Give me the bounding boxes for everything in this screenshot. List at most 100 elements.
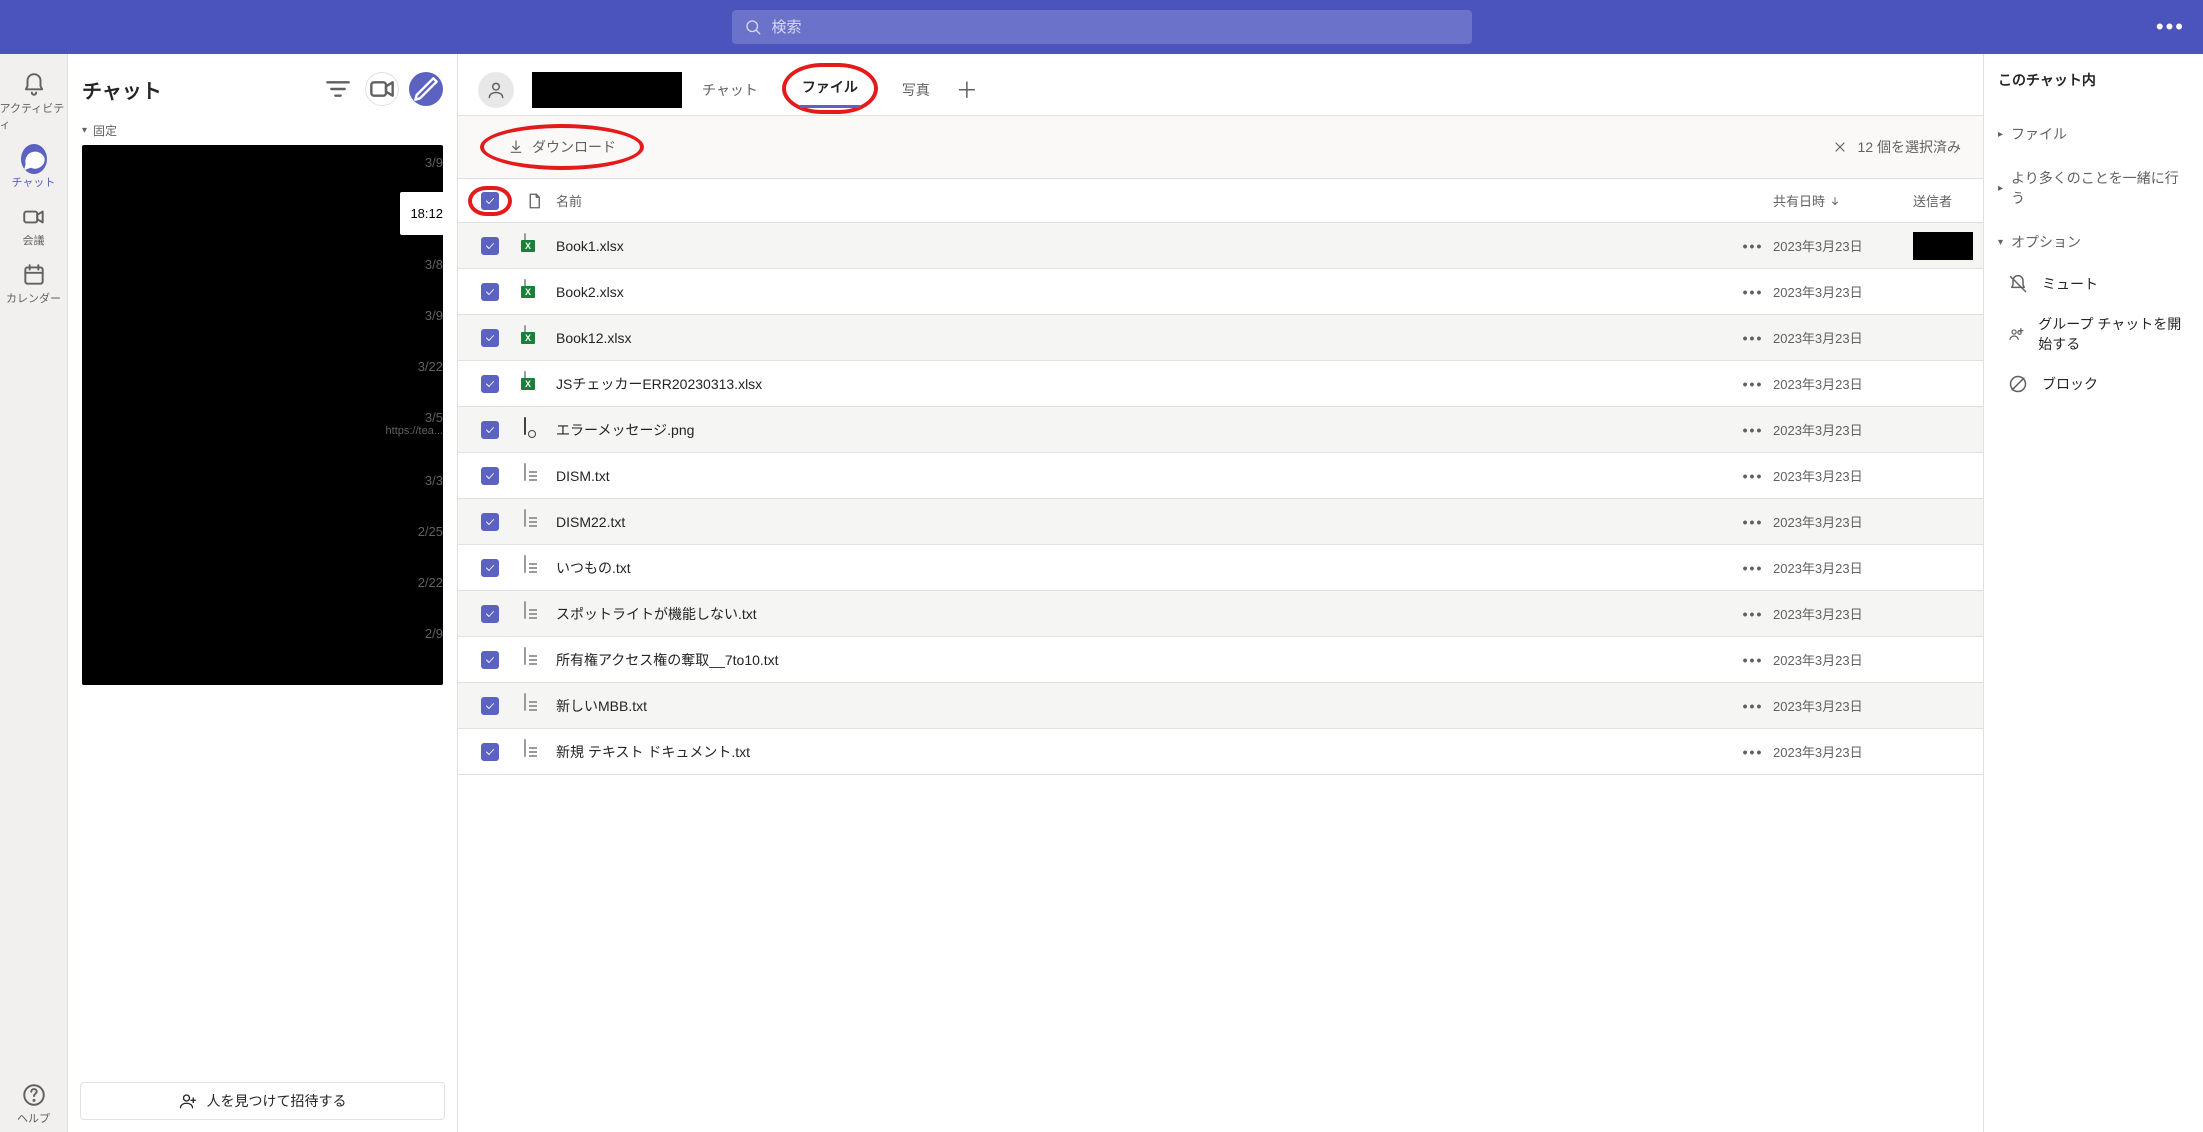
- title-bar: •••: [0, 0, 2203, 54]
- filter-button[interactable]: [321, 72, 355, 106]
- file-name: Book1.xlsx: [556, 238, 1733, 254]
- select-all-checkbox[interactable]: [481, 192, 499, 210]
- tab-photos[interactable]: 写真: [900, 62, 932, 117]
- file-checkbox[interactable]: [481, 559, 499, 577]
- file-name: エラーメッセージ.png: [556, 420, 1733, 440]
- file-shared-date: 2023年3月23日: [1773, 374, 1913, 393]
- file-checkbox[interactable]: [481, 237, 499, 255]
- file-checkbox[interactable]: [481, 605, 499, 623]
- file-more-button[interactable]: •••: [1733, 560, 1773, 576]
- file-table-header: 名前 共有日時 送信者: [458, 179, 1983, 223]
- file-name: Book2.xlsx: [556, 284, 1733, 300]
- file-checkbox[interactable]: [481, 283, 499, 301]
- excel-file-icon: [524, 234, 544, 258]
- file-type-icon: [512, 192, 556, 210]
- chat-item-preview: https://tea...: [386, 425, 443, 437]
- file-checkbox[interactable]: [481, 651, 499, 669]
- compose-button[interactable]: [409, 72, 443, 106]
- chat-list-panel: チャット ▾ 固定 3/9 18:12 3/8 3/9 3/22 3/5: [68, 54, 458, 1132]
- file-shared-date: 2023年3月23日: [1773, 236, 1913, 255]
- option-mute[interactable]: ミュート: [1998, 264, 2189, 304]
- meet-now-button[interactable]: [365, 72, 399, 106]
- file-checkbox[interactable]: [481, 375, 499, 393]
- contact-avatar[interactable]: [478, 72, 514, 108]
- details-options-toggle[interactable]: ▾オプション: [1998, 220, 2189, 264]
- option-group-chat[interactable]: グループ チャットを開始する: [1998, 304, 2189, 364]
- chat-item-date: 2/25: [418, 524, 443, 539]
- left-rail: アクティビティ チャット 会議 カレンダー ヘルプ: [0, 54, 68, 1132]
- text-file-icon: [524, 694, 544, 718]
- file-checkbox[interactable]: [481, 329, 499, 347]
- file-more-button[interactable]: •••: [1733, 376, 1773, 392]
- file-more-button[interactable]: •••: [1733, 238, 1773, 254]
- file-checkbox[interactable]: [481, 697, 499, 715]
- file-row[interactable]: 新しいMBB.txt•••2023年3月23日: [458, 683, 1983, 729]
- file-more-button[interactable]: •••: [1733, 606, 1773, 622]
- file-row[interactable]: いつもの.txt•••2023年3月23日: [458, 545, 1983, 591]
- file-row[interactable]: JSチェッカーERR20230313.xlsx•••2023年3月23日: [458, 361, 1983, 407]
- file-name: いつもの.txt: [556, 558, 1733, 578]
- text-file-icon: [524, 740, 544, 764]
- file-shared-date: 2023年3月23日: [1773, 604, 1913, 623]
- search-box[interactable]: [732, 10, 1472, 44]
- rail-help[interactable]: ヘルプ: [0, 1074, 68, 1132]
- video-icon: [21, 204, 47, 230]
- invite-people-button[interactable]: 人を見つけて招待する: [80, 1082, 445, 1120]
- rail-calendar[interactable]: カレンダー: [0, 254, 68, 312]
- text-file-icon: [524, 602, 544, 626]
- file-row[interactable]: DISM22.txt•••2023年3月23日: [458, 499, 1983, 545]
- chat-item-date: 2/9: [425, 626, 443, 641]
- file-more-button[interactable]: •••: [1733, 744, 1773, 760]
- file-more-button[interactable]: •••: [1733, 468, 1773, 484]
- chevron-right-icon: ▸: [1998, 129, 2003, 140]
- file-row[interactable]: Book12.xlsx•••2023年3月23日: [458, 315, 1983, 361]
- file-name: JSチェッカーERR20230313.xlsx: [556, 374, 1733, 394]
- file-shared-date: 2023年3月23日: [1773, 558, 1913, 577]
- file-row[interactable]: 所有権アクセス権の奪取__7to10.txt•••2023年3月23日: [458, 637, 1983, 683]
- file-shared-date: 2023年3月23日: [1773, 742, 1913, 761]
- file-row[interactable]: DISM.txt•••2023年3月23日: [458, 453, 1983, 499]
- file-row[interactable]: スポットライトが機能しない.txt•••2023年3月23日: [458, 591, 1983, 637]
- file-row[interactable]: エラーメッセージ.png•••2023年3月23日: [458, 407, 1983, 453]
- bell-icon: [21, 72, 47, 98]
- file-more-button[interactable]: •••: [1733, 284, 1773, 300]
- file-checkbox[interactable]: [481, 513, 499, 531]
- file-more-button[interactable]: •••: [1733, 422, 1773, 438]
- file-shared-date: 2023年3月23日: [1773, 328, 1913, 347]
- tab-files[interactable]: ファイル: [800, 67, 860, 108]
- image-file-icon: [524, 418, 544, 442]
- file-more-button[interactable]: •••: [1733, 330, 1773, 346]
- rail-activity[interactable]: アクティビティ: [0, 64, 68, 138]
- chat-details-panel: このチャット内 ▸ファイル ▸より多くのことを一緒に行う ▾オプション ミュート…: [1983, 54, 2203, 1132]
- column-name[interactable]: 名前: [556, 191, 1733, 210]
- file-row[interactable]: 新規 テキスト ドキュメント.txt•••2023年3月23日: [458, 729, 1983, 775]
- files-toolbar: ダウンロード 12 個を選択済み: [458, 116, 1983, 179]
- file-checkbox[interactable]: [481, 743, 499, 761]
- file-more-button[interactable]: •••: [1733, 698, 1773, 714]
- file-more-button[interactable]: •••: [1733, 514, 1773, 530]
- tab-add[interactable]: ＋: [954, 55, 980, 124]
- chat-item-date: 3/8: [425, 257, 443, 272]
- rail-meeting[interactable]: 会議: [0, 196, 68, 254]
- option-block[interactable]: ブロック: [1998, 364, 2189, 404]
- pinned-section-toggle[interactable]: ▾ 固定: [68, 116, 457, 145]
- file-row[interactable]: Book2.xlsx•••2023年3月23日: [458, 269, 1983, 315]
- app-more-button[interactable]: •••: [2156, 14, 2185, 40]
- search-input[interactable]: [770, 18, 1460, 37]
- tab-chat[interactable]: チャット: [700, 62, 760, 117]
- file-more-button[interactable]: •••: [1733, 652, 1773, 668]
- file-checkbox[interactable]: [481, 467, 499, 485]
- file-row[interactable]: Book1.xlsx•••2023年3月23日: [458, 223, 1983, 269]
- file-name: 所有権アクセス権の奪取__7to10.txt: [556, 650, 1733, 670]
- download-button[interactable]: ダウンロード: [496, 131, 628, 163]
- details-more-toggle[interactable]: ▸より多くのことを一緒に行う: [1998, 156, 2189, 220]
- file-checkbox[interactable]: [481, 421, 499, 439]
- clear-selection-button[interactable]: 12 個を選択済み: [1832, 137, 1961, 157]
- chevron-down-icon: ▾: [1998, 237, 2003, 248]
- rail-chat[interactable]: チャット: [0, 138, 68, 196]
- column-sender[interactable]: 送信者: [1913, 191, 1973, 210]
- details-files-toggle[interactable]: ▸ファイル: [1998, 112, 2189, 156]
- column-shared-date[interactable]: 共有日時: [1773, 191, 1913, 210]
- file-shared-date: 2023年3月23日: [1773, 282, 1913, 301]
- file-name: Book12.xlsx: [556, 330, 1733, 346]
